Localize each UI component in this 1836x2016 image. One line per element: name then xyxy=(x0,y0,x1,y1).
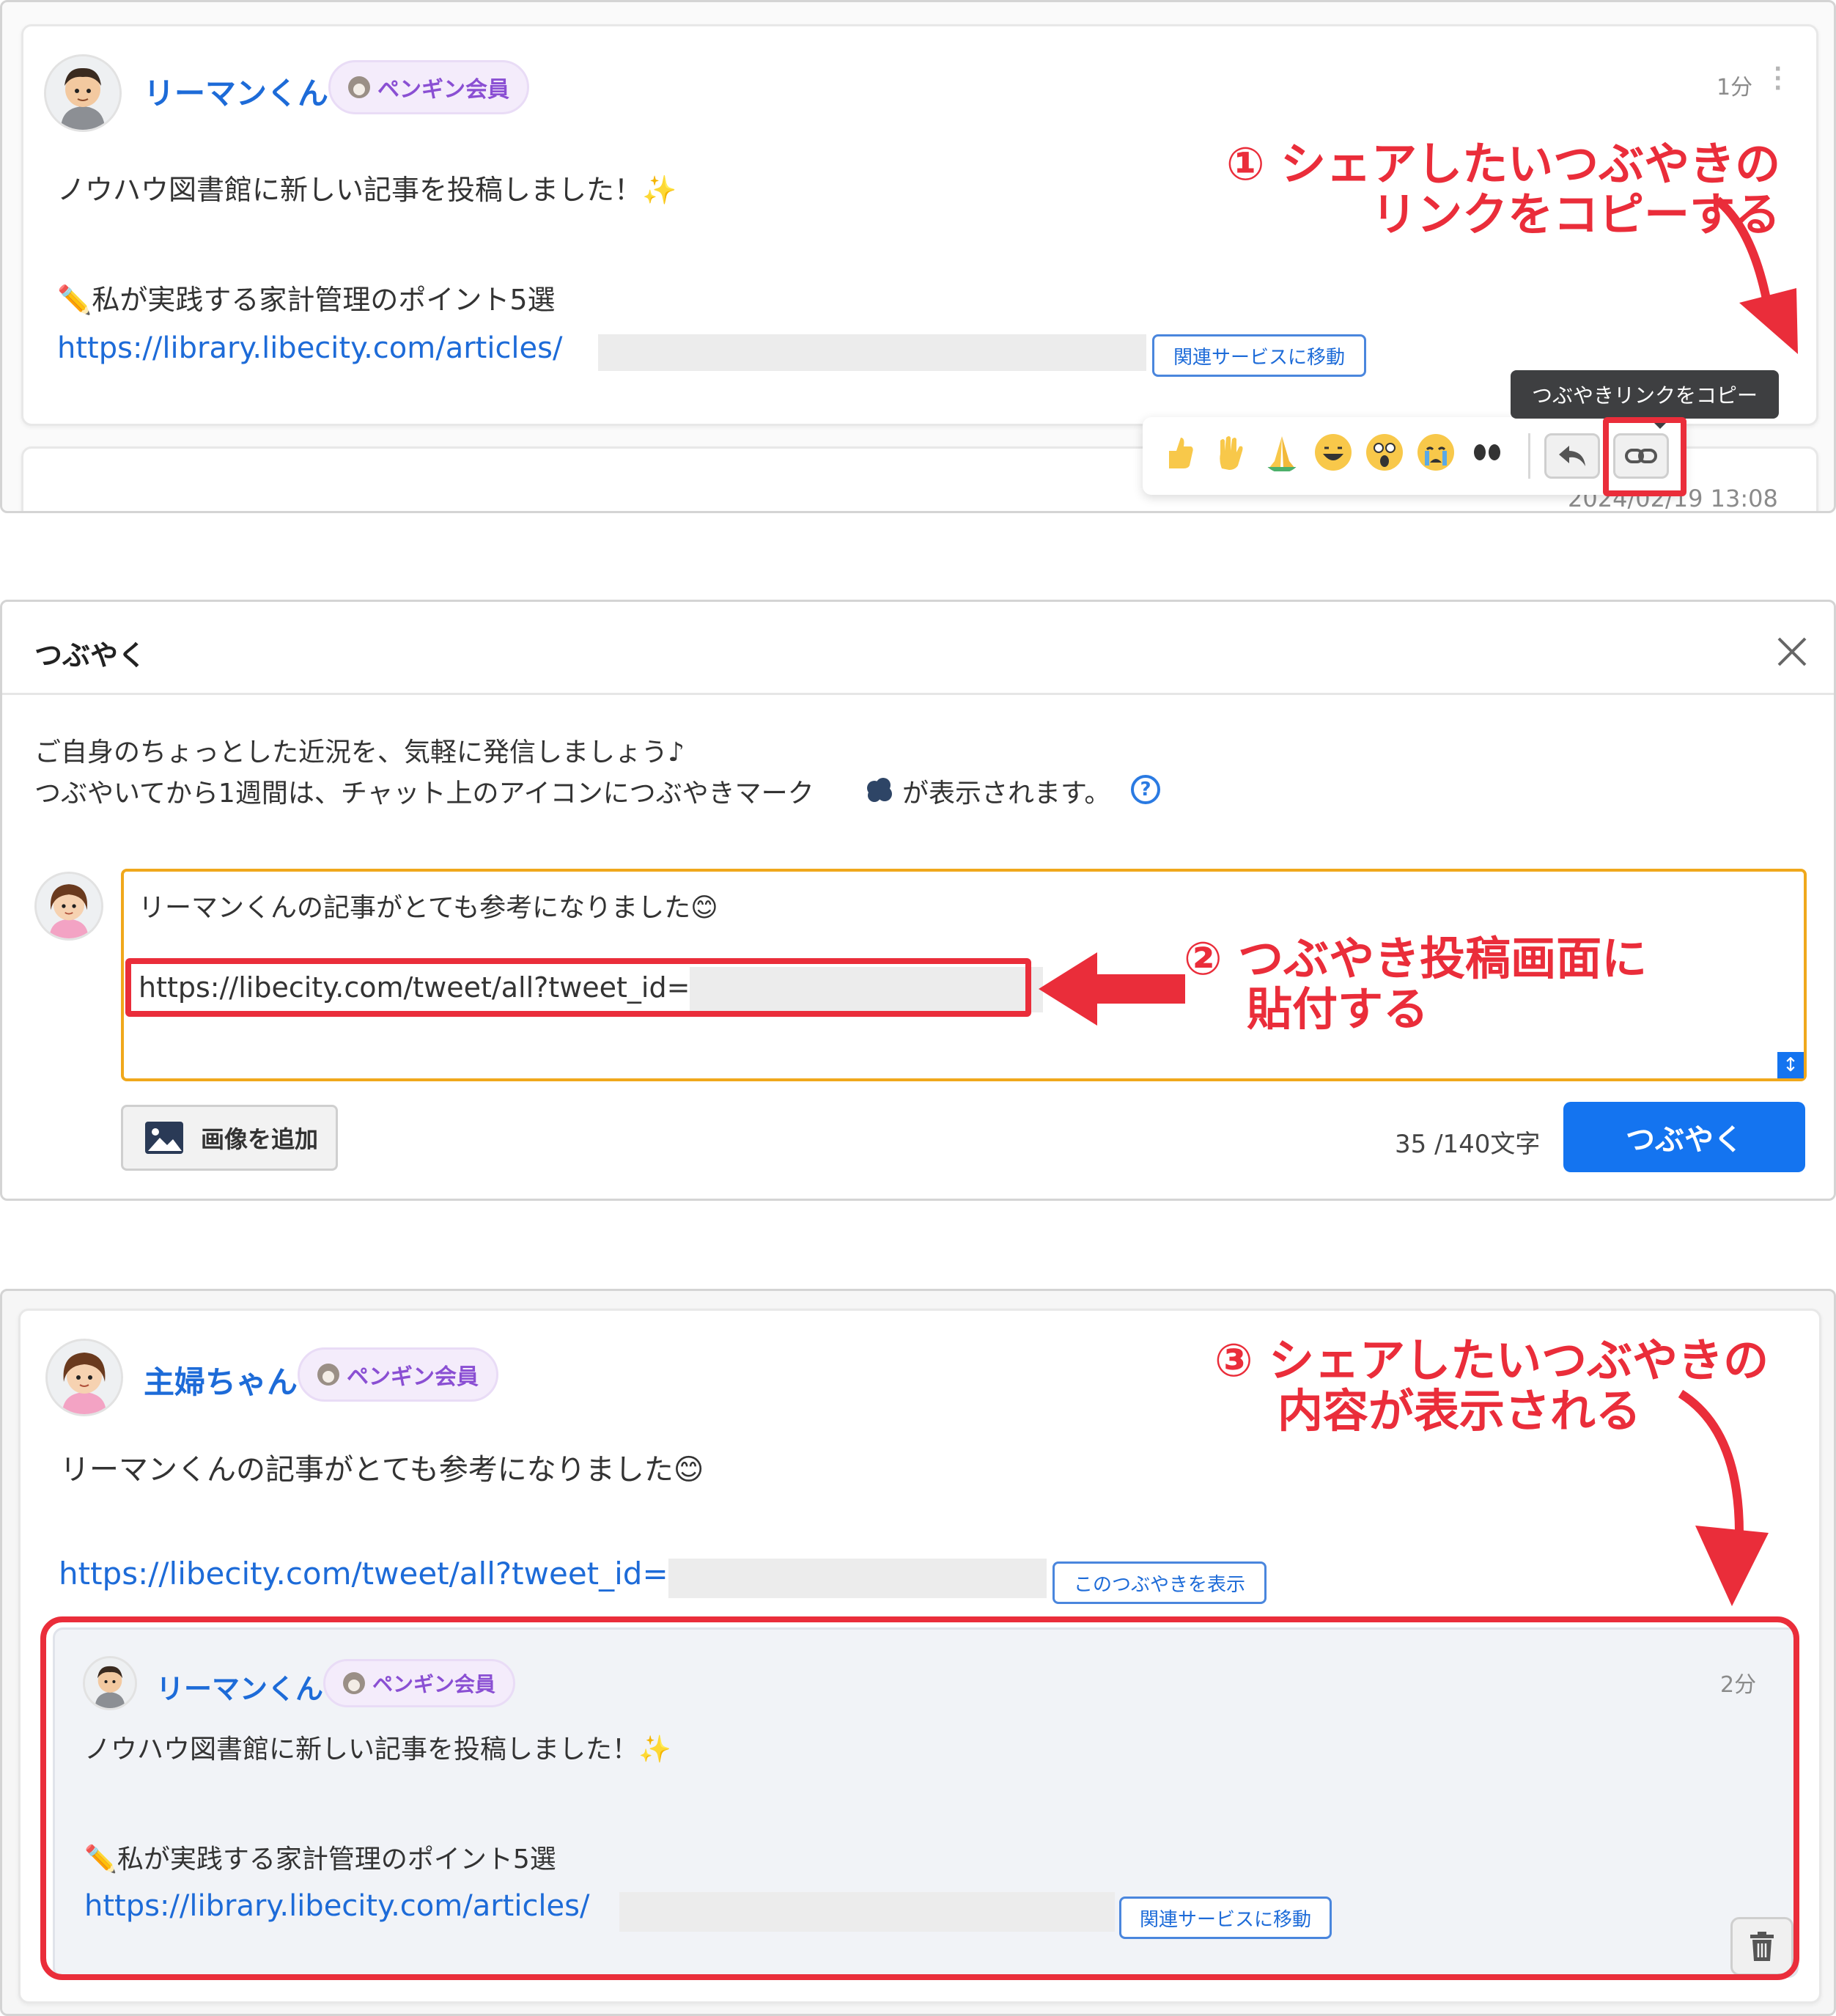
post-line-2: ✏️私が実践する家計管理のポイント5選 xyxy=(57,284,556,316)
step2-annotation: ② つぶやき投稿画面に 貼付する xyxy=(1184,933,1647,1035)
dialog-description-2a: つぶやいてから1週間は、チャット上のアイコンにつぶやきマーク xyxy=(34,779,814,809)
post-username-shufu[interactable]: 主婦ちゃん xyxy=(144,1358,298,1402)
related-service-button[interactable]: 関連サービスに移動 xyxy=(1152,334,1366,377)
add-image-button[interactable]: 画像を追加 xyxy=(121,1105,338,1171)
timeline-screenshot-1: リーマンくん ペンギン会員 1分 · · · ノウハウ図書館に新しい記事を投稿しまし… xyxy=(0,0,1836,513)
penguin-icon xyxy=(317,1364,339,1386)
more-menu-icon[interactable]: · · · xyxy=(1774,59,1782,100)
submit-tweet-button[interactable]: つぶやく xyxy=(1563,1102,1805,1172)
folded-hands-emoji-icon[interactable] xyxy=(1261,432,1302,473)
tweet-redacted-url xyxy=(668,1559,1047,1598)
astonished-face-emoji-icon[interactable] xyxy=(1364,432,1405,473)
copy-link-tooltip: つぶやきリンクをコピー xyxy=(1511,370,1779,429)
reply-icon xyxy=(1559,446,1585,466)
resize-handle-icon[interactable]: ↕ xyxy=(1777,1052,1804,1078)
post-line-1: ノウハウ図書館に新しい記事を投稿しました！✨ xyxy=(57,174,677,206)
penguin-icon xyxy=(348,76,370,98)
timeline-screenshot-3: 主婦ちゃん ペンギン会員 リーマンくんの記事がとても参考になりました😊 http… xyxy=(0,1289,1836,2016)
add-image-label: 画像を追加 xyxy=(201,1125,319,1153)
member-badge-shufu: ペンギン会員 xyxy=(298,1347,498,1402)
close-icon[interactable] xyxy=(1776,636,1808,668)
shufu-post-line-1: リーマンくんの記事がとても参考になりました😊 xyxy=(60,1453,704,1487)
crying-face-emoji-icon[interactable] xyxy=(1415,432,1456,473)
member-badge-label: ペンギン会員 xyxy=(377,77,509,103)
dialog-description-2b: が表示されます。 xyxy=(902,779,1111,809)
draft-line-1: リーマンくんの記事がとても参考になりました😊 xyxy=(139,893,718,923)
image-icon xyxy=(145,1122,183,1154)
article-link[interactable]: https://library.libecity.com/articles/ xyxy=(57,331,562,365)
help-icon[interactable]: ? xyxy=(1131,775,1160,804)
dialog-header-divider xyxy=(2,693,1834,695)
eyes-emoji-icon[interactable] xyxy=(1467,432,1508,473)
step1-annotation-line1: ① シェアしたいつぶやきの xyxy=(1226,137,1781,191)
tweet-dialog: つぶやく ご自身のちょっとした近況を、気軽に発信しましょう♪ つぶやいてから1週… xyxy=(0,600,1836,1201)
avatar-riman[interactable] xyxy=(44,54,122,132)
woman-avatar-icon-2 xyxy=(48,1341,121,1414)
step3-annotation-line1: ③ シェアしたいつぶやきの xyxy=(1214,1333,1769,1387)
avatar-shufu-post[interactable] xyxy=(45,1339,123,1416)
step2-arrow-icon xyxy=(1039,952,1185,1026)
avatar-shufu[interactable] xyxy=(34,872,103,941)
member-badge: ペンギン会員 xyxy=(328,60,529,114)
draft-link-highlight xyxy=(125,958,1031,1017)
tweet-mark-icon xyxy=(867,778,892,802)
dialog-title: つぶやく xyxy=(34,639,147,672)
redacted-url xyxy=(598,334,1146,371)
step2-annotation-line1: ② つぶやき投稿画面に xyxy=(1184,932,1648,985)
dialog-description-1: ご自身のちょっとした近況を、気軽に発信しましょう♪ xyxy=(34,737,685,768)
step1-arrow-icon xyxy=(1714,196,1798,354)
reaction-divider xyxy=(1528,433,1530,479)
tweet-link[interactable]: https://libecity.com/tweet/all?tweet_id= xyxy=(59,1556,668,1592)
grinning-face-emoji-icon[interactable] xyxy=(1313,432,1354,473)
step2-annotation-line2: 貼付する xyxy=(1247,982,1429,1037)
member-badge-label: ペンギン会員 xyxy=(347,1364,479,1390)
post-username[interactable]: リーマンくん xyxy=(144,69,328,114)
view-tweet-button[interactable]: このつぶやきを表示 xyxy=(1052,1561,1267,1604)
woman-avatar-icon xyxy=(37,874,101,938)
thumbs-up-emoji-icon[interactable] xyxy=(1159,432,1200,473)
step3-arrow-icon xyxy=(1678,1389,1769,1606)
reply-button[interactable] xyxy=(1544,433,1600,479)
post-time: 1分 xyxy=(1717,75,1753,100)
man-avatar-icon xyxy=(46,56,119,130)
copy-link-highlight xyxy=(1603,417,1686,496)
character-count: 35 /140文字 xyxy=(1395,1130,1541,1159)
raised-hand-emoji-icon[interactable] xyxy=(1210,432,1251,473)
quoted-post-highlight xyxy=(40,1616,1799,1980)
